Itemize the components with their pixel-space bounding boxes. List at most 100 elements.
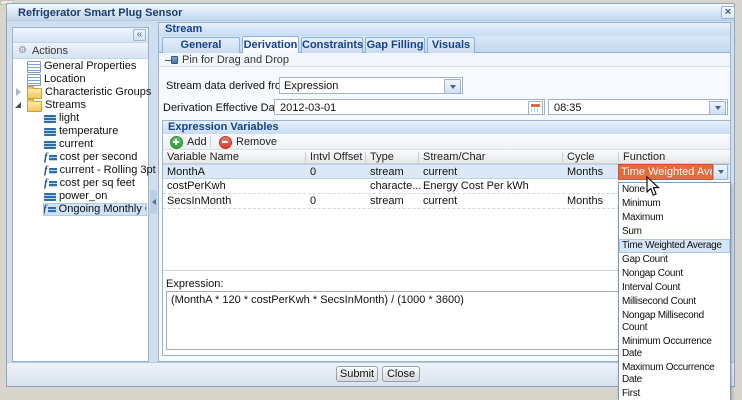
sidebar-item-label: cost per sq feet [60, 177, 135, 190]
folder-icon [27, 88, 42, 99]
expression-variables-title: Expression Variables [168, 121, 279, 134]
dropdown-option[interactable]: Millisecond Count [619, 295, 730, 309]
add-button-label: Add [187, 134, 207, 150]
cell-variable-name: costPerKwh [167, 179, 226, 193]
splitter-handle[interactable] [150, 190, 157, 214]
sidebar-item-cost-per-sq-feet[interactable]: f cost per sq feet [44, 177, 135, 190]
derived-from-label: Stream data derived from: [166, 79, 293, 93]
cell-type: characte... [370, 179, 421, 193]
cell-type: stream [370, 194, 404, 208]
sidebar-item-current-rolling-avg[interactable]: f current - Rolling 3pt Avg [44, 164, 177, 177]
expander-collapsed-icon[interactable] [16, 88, 21, 96]
dropdown-option[interactable]: Gap Count [619, 253, 730, 267]
close-icon[interactable]: × [721, 6, 735, 19]
gear-icon: ⚙ [18, 46, 27, 56]
sidebar-item-current[interactable]: current [44, 138, 93, 151]
sidebar-item-location[interactable]: Location [27, 73, 86, 86]
column-separator[interactable] [418, 152, 419, 162]
tab-gap-filling[interactable]: Gap Filling [365, 37, 425, 53]
collapse-panel-icon[interactable]: « [133, 29, 146, 41]
tab-constraints[interactable]: Constraints [301, 37, 363, 53]
close-button[interactable]: Close [382, 366, 420, 382]
sidebar-item-streams[interactable]: Streams [27, 99, 86, 112]
dropdown-option[interactable]: Minimum [619, 197, 730, 211]
collapse-left-icon [152, 199, 156, 205]
effective-time-value: 08:35 [554, 101, 709, 115]
submit-button[interactable]: Submit [336, 366, 378, 382]
cell-stream-char: current [423, 165, 457, 179]
chevron-down-icon[interactable] [709, 101, 726, 115]
cell-stream-char: current [423, 194, 457, 208]
sidebar-item-label: current [59, 138, 93, 151]
dropdown-option[interactable]: Nongap Count [619, 267, 730, 281]
sidebar-item-light[interactable]: light [44, 112, 79, 125]
column-separator[interactable] [618, 152, 619, 162]
expression-label: Expression: [166, 277, 223, 291]
dropdown-option[interactable]: Nongap Millisecond Count [619, 309, 730, 335]
effective-date-value: 2012-03-01 [280, 101, 526, 115]
sidebar-item-general-properties[interactable]: General Properties [27, 60, 136, 73]
toolbar-separator [210, 136, 211, 148]
column-separator[interactable] [562, 152, 563, 162]
pin-bar-label: Pin for Drag and Drop [182, 53, 289, 67]
dropdown-option[interactable]: Maximum [619, 211, 730, 225]
sidebar-item-label: power_on [59, 190, 107, 203]
column-separator[interactable] [305, 152, 306, 162]
dropdown-option[interactable]: First [619, 387, 730, 400]
column-separator[interactable] [365, 152, 366, 162]
dropdown-option[interactable]: Interval Count [619, 281, 730, 295]
actions-panel-collapse-strip [13, 28, 148, 43]
add-icon [170, 136, 183, 149]
dropdown-option[interactable]: Sum [619, 225, 730, 239]
dropdown-option[interactable]: None [619, 183, 730, 197]
effective-date-field[interactable]: 2012-03-01 [274, 99, 545, 115]
col-variable-name[interactable]: Variable Name [167, 151, 239, 164]
tab-general-properties[interactable]: General Properties [162, 37, 240, 53]
col-function[interactable]: Function [623, 151, 665, 164]
actions-header-label: Actions [32, 44, 68, 58]
expander-expanded-icon[interactable] [15, 102, 21, 108]
stream-icon [44, 193, 56, 201]
chevron-down-icon[interactable] [444, 79, 461, 94]
cell-variable-name: SecsInMonth [167, 194, 231, 208]
remove-button-label: Remove [236, 134, 277, 150]
cell-variable-name: MonthA [167, 165, 205, 179]
actions-header: ⚙ Actions [13, 43, 148, 59]
properties-icon [27, 61, 41, 73]
add-button[interactable]: Add [170, 134, 207, 150]
properties-icon [27, 74, 41, 86]
remove-button[interactable]: Remove [219, 134, 277, 150]
derived-stream-icon: f [44, 152, 57, 163]
function-combo-chevron-down-icon[interactable] [713, 164, 728, 180]
derived-stream-icon: f [44, 165, 57, 176]
sidebar-item-cost-per-second[interactable]: f cost per second [44, 151, 137, 164]
derived-from-select[interactable]: Expression [279, 77, 463, 94]
desktop: Refrigerator Smart Plug Sensor × « ⚙ Act… [0, 0, 742, 400]
calendar-icon[interactable] [528, 101, 543, 115]
col-intvl-offset[interactable]: Intvl Offset [310, 151, 362, 164]
effective-time-select[interactable]: 08:35 [548, 99, 728, 115]
dropdown-option[interactable]: Maximum Occurrence Date [619, 361, 730, 387]
remove-icon [219, 136, 232, 149]
dropdown-option-selected[interactable]: Time Weighted Average [619, 239, 730, 253]
sidebar-item-label: Characteristic Groups [45, 86, 151, 99]
col-cycle[interactable]: Cycle [567, 151, 595, 164]
sidebar-item-label: Ongoing Monthly Cost (ba... [59, 203, 147, 216]
cell-intvl-offset: 0 [310, 194, 316, 208]
col-stream-char[interactable]: Stream/Char [423, 151, 485, 164]
dropdown-option[interactable]: Minimum Occurrence Date [619, 335, 730, 361]
sidebar-item-label: cost per second [60, 151, 138, 164]
col-type[interactable]: Type [370, 151, 394, 164]
sidebar-item-characteristic-groups[interactable]: Characteristic Groups [27, 86, 151, 99]
sidebar-item-label: temperature [59, 125, 118, 138]
folder-open-icon [27, 101, 42, 112]
effective-date-label: Derivation Effective Date: [163, 101, 287, 115]
sidebar-item-temperature[interactable]: temperature [44, 125, 118, 138]
sidebar-item-power-on[interactable]: power_on [44, 190, 107, 203]
sidebar-item-ongoing-monthly-cost[interactable]: f Ongoing Monthly Cost (ba... [43, 203, 147, 216]
stream-icon [44, 115, 56, 123]
function-combo-value[interactable]: Time Weighted Average [618, 164, 713, 180]
pin-icon[interactable] [165, 56, 178, 64]
tab-derivation[interactable]: Derivation [242, 36, 299, 53]
tab-visuals[interactable]: Visuals [427, 37, 475, 53]
